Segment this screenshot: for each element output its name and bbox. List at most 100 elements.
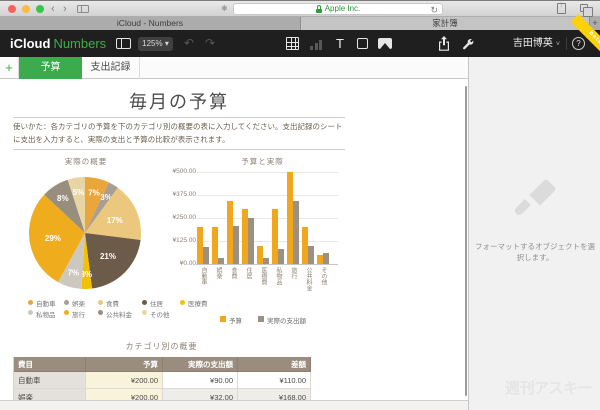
legend-label: 公共料金 xyxy=(106,311,132,319)
table-header-cell[interactable]: 差額 xyxy=(238,357,311,372)
pie-slice-label: 17% xyxy=(107,216,123,225)
sheet-tab-budget[interactable]: 予算 xyxy=(19,57,82,79)
browser-titlebar: ‹ › ✱ Apple Inc. ↻ xyxy=(0,0,600,17)
y-axis-tick-label: ¥250.00 xyxy=(172,214,197,221)
bar-gridline xyxy=(196,172,338,173)
vertical-scrollbar[interactable] xyxy=(465,86,467,396)
insert-text-icon[interactable]: T xyxy=(336,30,344,57)
view-panel-icon[interactable] xyxy=(116,38,131,49)
back-icon[interactable]: ‹ xyxy=(51,2,55,16)
minimize-button[interactable] xyxy=(22,5,30,13)
table-cell[interactable]: ¥200.00 xyxy=(86,372,163,389)
browser-share-icon[interactable] xyxy=(557,0,566,14)
browser-tab-kakeibo[interactable]: 家計簿 xyxy=(300,17,590,30)
reload-icon[interactable]: ↻ xyxy=(430,5,438,16)
budget-bar[interactable] xyxy=(287,172,293,264)
legend-dot-icon xyxy=(142,299,147,305)
insert-table-icon[interactable] xyxy=(286,37,299,50)
legend-label: 医療費 xyxy=(188,301,208,308)
budget-bar[interactable] xyxy=(197,227,203,264)
add-sheet-button[interactable]: + xyxy=(0,57,19,79)
bar-gridline xyxy=(196,241,338,242)
budget-bar[interactable] xyxy=(227,201,233,264)
brand-icloud: iCloud xyxy=(10,36,51,51)
x-axis-category-label: その他 xyxy=(320,267,326,285)
insert-chart-icon[interactable] xyxy=(310,39,323,50)
actual-bar[interactable] xyxy=(293,201,299,264)
sidebar-toggle-icon[interactable] xyxy=(77,5,89,13)
user-menu[interactable]: 吉田博英 ˅ xyxy=(492,30,560,58)
x-axis-category-label: 私物品 xyxy=(275,267,281,285)
bar-gridline xyxy=(196,218,338,219)
numbers-toolbar: iCloud Numbers 125% ▾ ↶ ↷ T 吉田博英 ˅ ? xyxy=(0,30,600,57)
actual-bar[interactable] xyxy=(278,249,284,264)
table-header-cell[interactable]: 実際の支出額 xyxy=(163,357,238,372)
actual-bar[interactable] xyxy=(233,226,239,264)
y-axis-tick-label: ¥0.00 xyxy=(179,260,196,267)
sheet-tab-expenses[interactable]: 支出記録 xyxy=(82,57,140,79)
budget-bar[interactable] xyxy=(257,245,263,264)
undo-icon[interactable]: ↶ xyxy=(184,35,194,51)
pie-slice-label: 7% xyxy=(88,188,100,197)
budget-bar[interactable] xyxy=(272,208,278,264)
table-header-cell[interactable]: 費目 xyxy=(14,357,86,372)
budget-bar[interactable] xyxy=(212,227,218,264)
toolbar-divider xyxy=(566,37,567,50)
actual-bar[interactable] xyxy=(308,245,314,264)
legend-dot-icon xyxy=(64,310,69,315)
zoom-dropdown[interactable]: 125% ▾ xyxy=(138,37,173,51)
share-icon[interactable] xyxy=(438,36,450,51)
budget-bar[interactable] xyxy=(302,227,308,264)
actual-bar[interactable] xyxy=(218,258,224,264)
pie-chart-title: 実際の概要 xyxy=(64,157,108,166)
table-cell[interactable]: ¥90.00 xyxy=(163,372,238,389)
extension-icon[interactable]: ✱ xyxy=(221,4,228,13)
legend-dot-icon xyxy=(28,310,33,315)
x-axis-category-label: 旅行 xyxy=(290,267,296,279)
x-axis-category-label: 住居 xyxy=(245,267,251,279)
sheet-canvas[interactable]: 毎月の予算 使いかた：各カテゴリの予算を下のカテゴリ別の概要の表に入力してくださ… xyxy=(0,79,468,410)
table-cell[interactable]: ¥110.00 xyxy=(238,372,311,389)
budget-bar[interactable] xyxy=(242,208,248,264)
bar-legend-label: 実際の支出額 xyxy=(267,318,306,325)
insert-shape-icon[interactable] xyxy=(357,38,368,49)
help-button[interactable]: ? xyxy=(572,37,585,50)
forward-icon[interactable]: › xyxy=(63,2,67,16)
pie-chart[interactable]: 7%3%17%21%3%7%29%8%5% xyxy=(28,176,142,290)
maximize-button[interactable] xyxy=(36,5,44,13)
browser-tabstrip: iCloud - Numbers 家計簿 + xyxy=(0,17,600,30)
tools-wrench-icon[interactable] xyxy=(461,37,475,51)
actual-bar[interactable] xyxy=(323,253,329,264)
sheet-tabbar: + 予算 支出記録 xyxy=(0,57,468,79)
close-button[interactable] xyxy=(8,5,16,13)
legend-dot-icon xyxy=(180,299,185,305)
table-cell[interactable]: 自動車 xyxy=(14,372,86,389)
legend-dot-icon xyxy=(98,310,103,315)
address-bar[interactable]: Apple Inc. ↻ xyxy=(233,3,443,15)
legend-label: 食費 xyxy=(106,301,119,308)
actual-bar[interactable] xyxy=(263,257,269,264)
insert-media-icon[interactable] xyxy=(378,38,392,49)
table-title: カテゴリ別の概要 xyxy=(125,342,198,351)
budget-bar[interactable] xyxy=(317,254,323,264)
bar-legend-swatch xyxy=(258,316,264,322)
legend-label: 住居 xyxy=(150,301,163,308)
legend-label: その他 xyxy=(150,311,170,319)
actual-bar[interactable] xyxy=(248,218,254,264)
horizontal-scrollbar[interactable] xyxy=(0,400,468,410)
category-summary-table[interactable]: 費目 予算 実際の支出額 差額 自動車 ¥200.00 ¥90.00 ¥110.00 娯楽 ¥20… xyxy=(13,357,311,406)
browser-tab-icloud-numbers[interactable]: iCloud - Numbers xyxy=(0,17,300,30)
redo-icon[interactable]: ↷ xyxy=(205,35,215,51)
table-header-cell[interactable]: 予算 xyxy=(86,357,163,372)
divider xyxy=(13,149,345,150)
legend-label: 自動車 xyxy=(36,301,56,308)
pie-slice-label: 29% xyxy=(45,234,61,243)
pie-slice-label: 7% xyxy=(68,269,80,278)
paintbrush-icon xyxy=(514,179,556,215)
x-axis-category-label: 公共料金 xyxy=(305,267,311,291)
tab-overview-icon[interactable] xyxy=(580,4,593,17)
legend-dot-icon xyxy=(28,299,33,305)
app-logo: iCloud Numbers xyxy=(10,30,106,57)
actual-bar[interactable] xyxy=(203,247,209,264)
legend-label: 私物品 xyxy=(36,311,56,319)
